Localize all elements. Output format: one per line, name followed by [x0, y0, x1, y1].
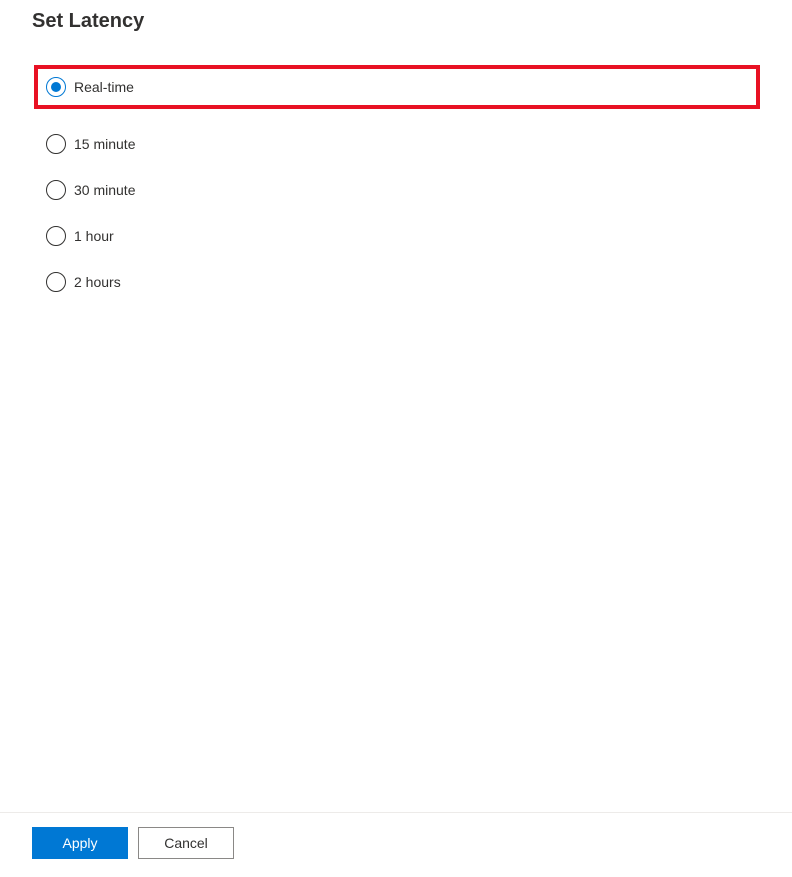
radio-option-1-hour[interactable]: 1 hour — [32, 213, 760, 259]
panel-header: Set Latency — [0, 0, 792, 41]
radio-icon — [46, 226, 66, 246]
radio-dot-icon — [51, 82, 61, 92]
radio-label: 30 minute — [74, 182, 135, 198]
radio-icon — [46, 77, 66, 97]
radio-option-realtime[interactable]: Real-time — [46, 77, 728, 97]
latency-radio-group: Real-time 15 minute 30 minute 1 hou — [32, 65, 760, 305]
radio-label: Real-time — [74, 79, 134, 95]
radio-option-2-hours[interactable]: 2 hours — [32, 259, 760, 305]
radio-icon — [46, 180, 66, 200]
panel-title: Set Latency — [32, 10, 760, 33]
panel-footer: Apply Cancel — [0, 812, 792, 877]
radio-option-15-minute[interactable]: 15 minute — [32, 121, 760, 167]
radio-label: 1 hour — [74, 228, 114, 244]
radio-option-30-minute[interactable]: 30 minute — [32, 167, 760, 213]
set-latency-panel: Set Latency Real-time 15 minute — [0, 0, 792, 877]
radio-option-realtime-highlight: Real-time — [34, 65, 760, 109]
radio-icon — [46, 272, 66, 292]
radio-label: 2 hours — [74, 274, 121, 290]
cancel-button[interactable]: Cancel — [138, 827, 234, 859]
panel-content: Real-time 15 minute 30 minute 1 hou — [0, 41, 792, 812]
radio-icon — [46, 134, 66, 154]
radio-label: 15 minute — [74, 136, 135, 152]
apply-button[interactable]: Apply — [32, 827, 128, 859]
